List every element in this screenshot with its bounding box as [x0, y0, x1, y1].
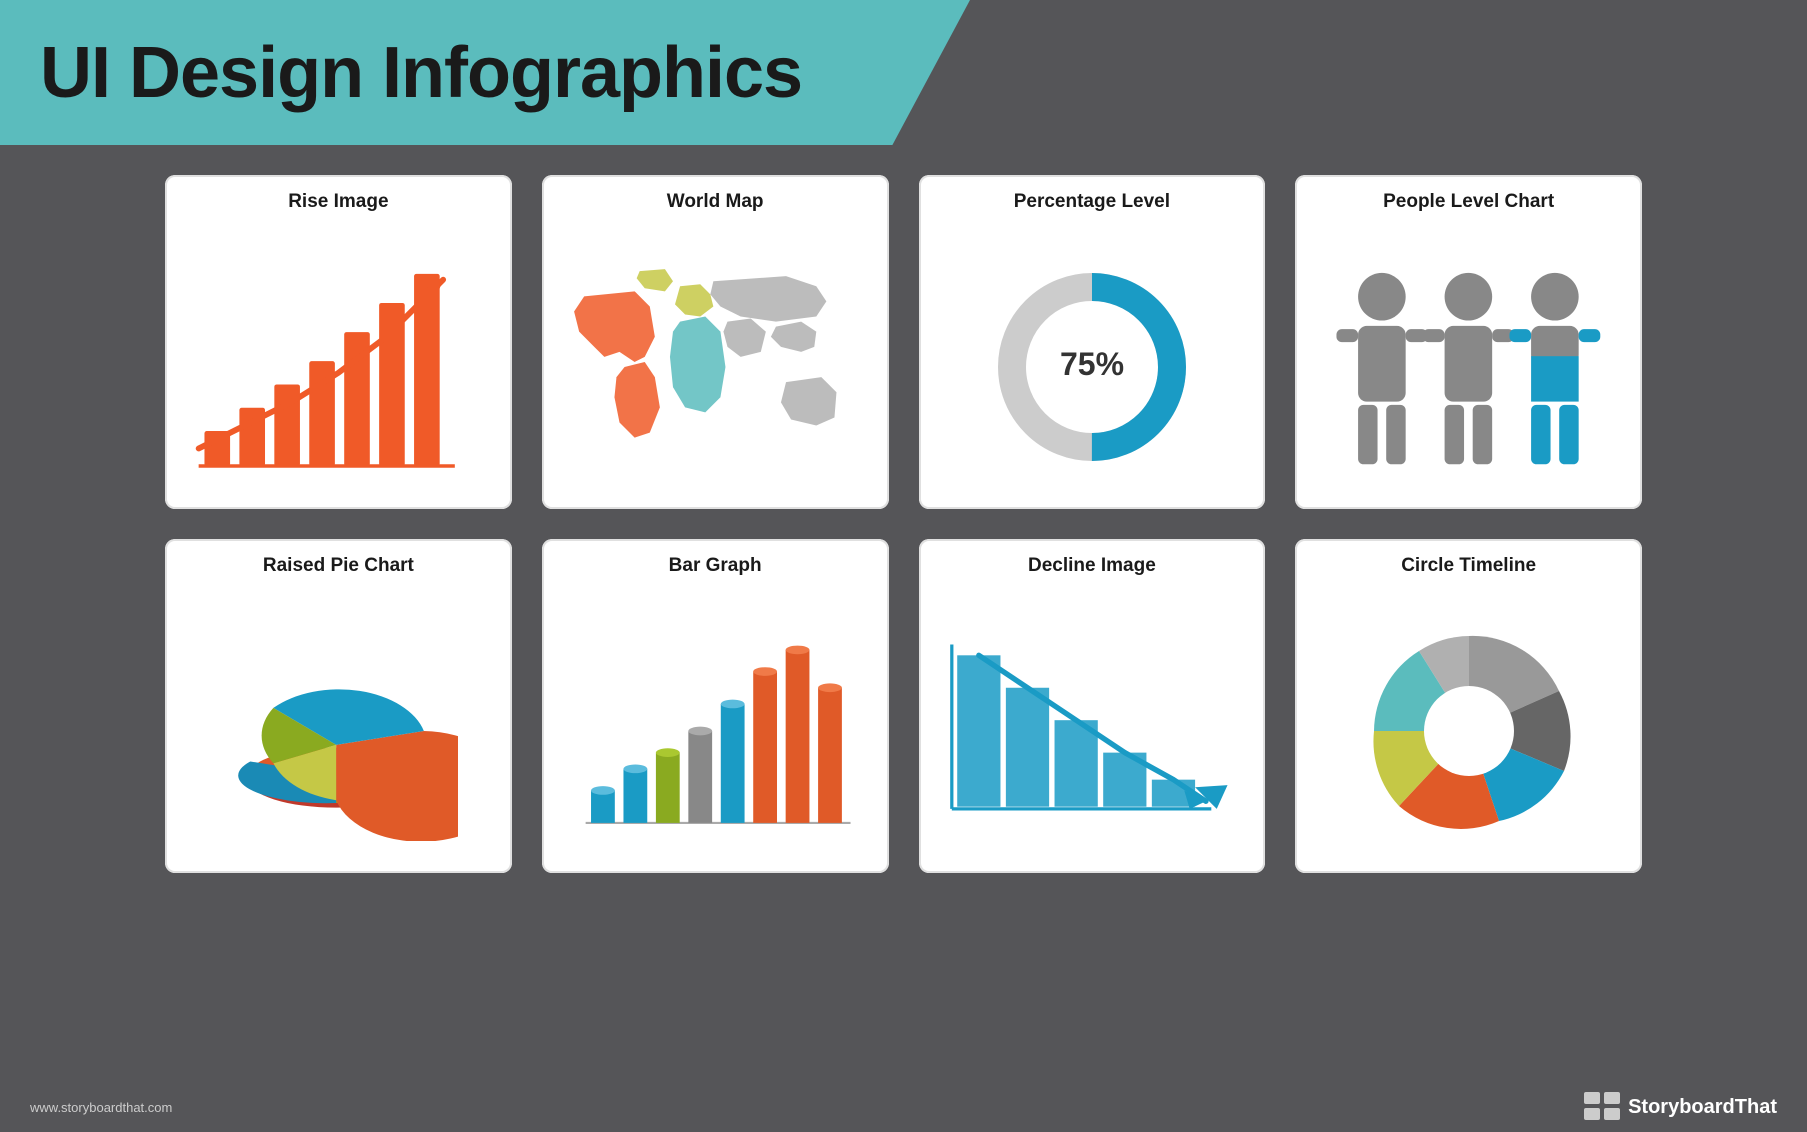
card-circle-timeline: Circle Timeline — [1295, 539, 1642, 873]
card-rise-image: Rise Image — [165, 175, 512, 509]
header-banner: UI Design Infographics — [0, 0, 970, 145]
card-header-decline: Decline Image — [919, 539, 1266, 591]
card-header-people: People Level Chart — [1295, 175, 1642, 227]
card-body-people — [1295, 227, 1642, 509]
percentage-donut-chart: 75% — [992, 267, 1192, 467]
card-raised-pie: Raised Pie Chart — [165, 539, 512, 873]
card-body-circle-timeline — [1295, 591, 1642, 873]
card-percentage-level: Percentage Level 75% — [919, 175, 1266, 509]
footer-brand: StoryboardThat — [1584, 1092, 1777, 1122]
people-chart — [1317, 247, 1620, 487]
card-grid: Rise Image World Map — [165, 175, 1642, 873]
rise-image-chart — [187, 247, 490, 487]
card-world-map: World Map — [542, 175, 889, 509]
raised-pie-chart — [218, 621, 458, 841]
svg-text:75%: 75% — [1060, 346, 1124, 382]
card-body-raised-pie — [165, 591, 512, 873]
card-body-world-map — [542, 227, 889, 509]
page-title: UI Design Infographics — [40, 32, 802, 114]
circle-timeline-chart — [1359, 621, 1579, 841]
card-people-level: People Level Chart — [1295, 175, 1642, 509]
footer-brand-text: StoryboardThat — [1628, 1096, 1777, 1119]
card-bar-graph: Bar Graph — [542, 539, 889, 873]
card-header-raised-pie: Raised Pie Chart — [165, 539, 512, 591]
card-body-percentage: 75% — [919, 227, 1266, 509]
card-body-bar-graph — [542, 591, 889, 873]
card-body-rise-image — [165, 227, 512, 509]
card-body-decline — [919, 591, 1266, 873]
bar-graph-chart — [564, 611, 867, 851]
decline-chart — [941, 611, 1244, 851]
world-map-chart — [564, 247, 867, 487]
footer-website: www.storyboardthat.com — [30, 1100, 172, 1115]
card-header-circle-timeline: Circle Timeline — [1295, 539, 1642, 591]
card-decline-image: Decline Image — [919, 539, 1266, 873]
card-header-percentage: Percentage Level — [919, 175, 1266, 227]
storyboard-logo-icon — [1584, 1092, 1620, 1122]
footer: www.storyboardthat.com StoryboardThat — [0, 1092, 1807, 1122]
card-header-bar-graph: Bar Graph — [542, 539, 889, 591]
card-header-world-map: World Map — [542, 175, 889, 227]
card-header-rise-image: Rise Image — [165, 175, 512, 227]
